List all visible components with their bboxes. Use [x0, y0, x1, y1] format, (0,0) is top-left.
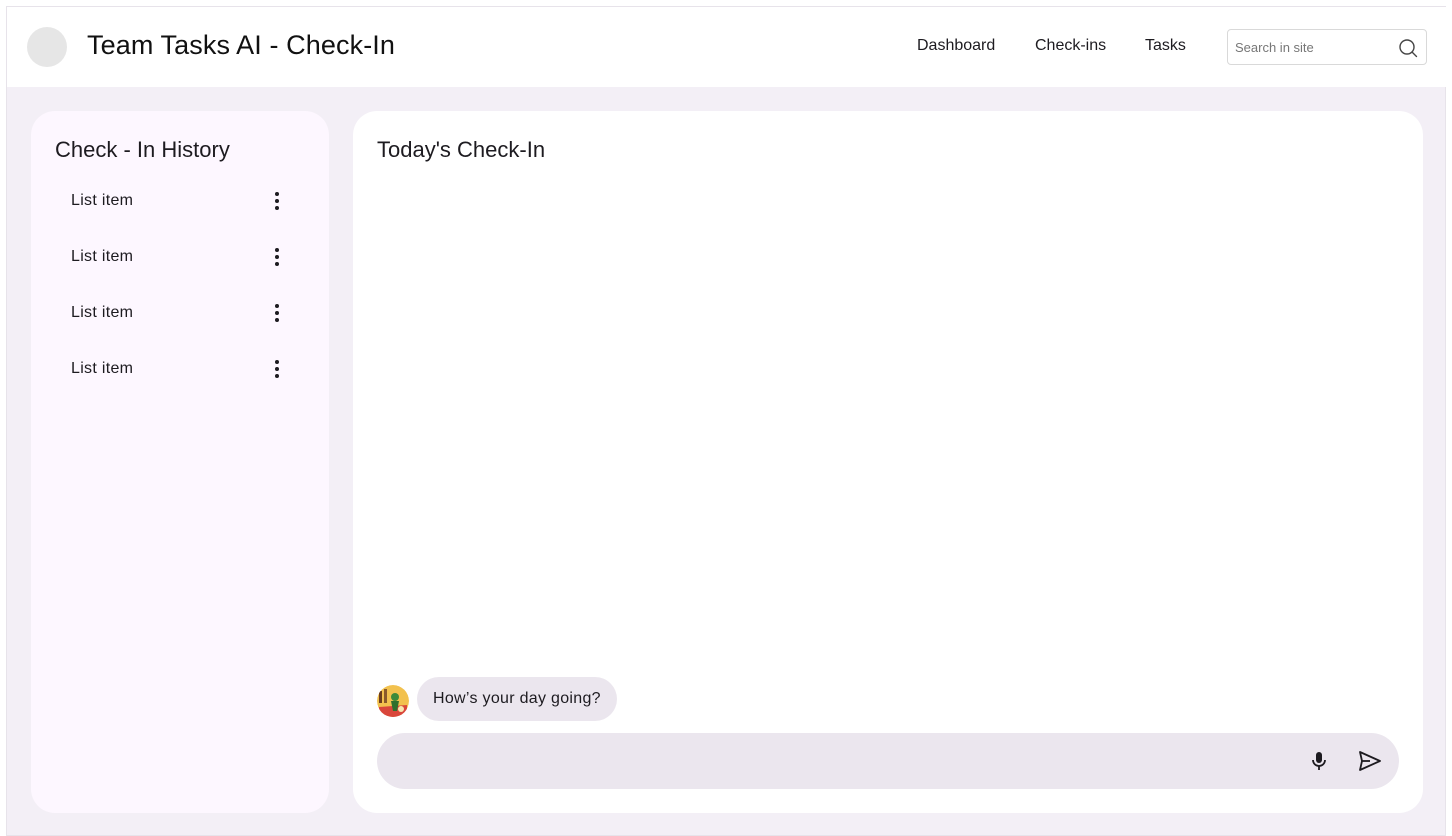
list-item[interactable]: List item — [47, 229, 287, 285]
message-composer — [377, 733, 1399, 789]
more-vert-icon[interactable] — [269, 303, 285, 323]
list-item-label: List item — [71, 360, 134, 377]
mic-icon[interactable] — [1307, 749, 1331, 773]
list-item[interactable]: List item — [47, 341, 287, 397]
more-vert-icon[interactable] — [269, 191, 285, 211]
search-box — [1227, 29, 1427, 65]
app-frame: Team Tasks AI - Check-In Dashboard Check… — [6, 6, 1447, 836]
panel-title: Today's Check-In — [377, 137, 546, 162]
more-vert-icon[interactable] — [269, 247, 285, 267]
list-item-label: List item — [71, 248, 134, 265]
todays-check-in-panel: Today's Check-In How’s your day going? — [353, 111, 1423, 813]
app-title: Team Tasks AI - Check-In — [87, 30, 396, 60]
list-item[interactable]: List item — [47, 285, 287, 341]
search-icon[interactable] — [1398, 38, 1418, 58]
nav-dashboard[interactable]: Dashboard — [917, 37, 995, 55]
nav-check-ins[interactable]: Check-ins — [1035, 37, 1106, 55]
list-item[interactable]: List item — [47, 173, 287, 229]
top-app-bar: Team Tasks AI - Check-In Dashboard Check… — [7, 7, 1447, 87]
check-in-history-panel: Check - In History List item List item L… — [31, 111, 329, 813]
nav-tasks[interactable]: Tasks — [1145, 37, 1186, 55]
assistant-avatar — [377, 685, 409, 717]
search-input[interactable] — [1228, 30, 1396, 64]
message-input[interactable] — [401, 733, 1281, 789]
panel-title: Check - In History — [55, 137, 230, 162]
more-vert-icon[interactable] — [269, 359, 285, 379]
list-item-label: List item — [71, 304, 134, 321]
assistant-message-bubble: How’s your day going? — [417, 677, 617, 721]
send-icon[interactable] — [1357, 749, 1383, 773]
logo — [27, 27, 67, 67]
list-item-label: List item — [71, 192, 134, 209]
history-list: List item List item List item List item — [47, 173, 287, 397]
